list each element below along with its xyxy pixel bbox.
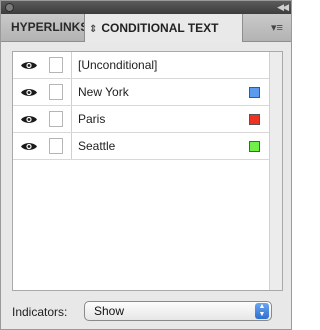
list-item[interactable]: [Unconditional] [13,52,269,79]
conditional-text-panel: ◀◀ HYPERLINKS ⇕ CONDITIONAL TEXT ▾≡ [Unco… [0,0,292,330]
updown-arrows-icon: ▲ ▼ [255,303,269,319]
panel-menu-icon[interactable]: ▾≡ [269,21,285,35]
eye-icon[interactable] [20,141,38,152]
eye-icon[interactable] [20,87,38,98]
lock-toggle[interactable] [49,84,63,100]
condition-label[interactable]: Paris [78,106,105,132]
double-arrow-icon[interactable]: ◀◀ [277,1,289,14]
indicators-label: Indicators: [12,305,68,319]
tab-conditional-text[interactable]: ⇕ CONDITIONAL TEXT [85,14,243,42]
condition-color-swatch[interactable] [249,141,260,152]
lock-toggle[interactable] [49,57,63,73]
updown-arrows-icon: ⇕ [89,24,98,35]
condition-label[interactable]: New York [78,79,129,105]
condition-label[interactable]: Seattle [78,133,115,159]
tab-conditional-text-label: CONDITIONAL TEXT [101,21,219,35]
lock-toggle[interactable] [49,138,63,154]
list-item[interactable]: New York [13,79,269,106]
tab-hyperlinks[interactable]: HYPERLINKS [1,14,85,41]
conditions-list: [Unconditional] New York Paris Seattle [12,51,283,291]
panel-title-bar[interactable]: ◀◀ [1,1,291,14]
indicators-select[interactable]: Show ▲ ▼ [84,301,272,321]
list-item[interactable]: Paris [13,106,269,133]
list-item[interactable]: Seattle [13,133,269,160]
eye-icon[interactable] [20,114,38,125]
indicators-value: Show [94,304,125,318]
close-icon[interactable] [5,3,14,12]
lock-toggle[interactable] [49,111,63,127]
condition-color-swatch[interactable] [249,87,260,98]
tab-row: HYPERLINKS ⇕ CONDITIONAL TEXT ▾≡ [1,14,291,42]
condition-label[interactable]: [Unconditional] [78,52,157,78]
condition-color-swatch[interactable] [249,114,260,125]
eye-icon[interactable] [20,60,38,71]
scrollbar[interactable] [269,52,282,290]
